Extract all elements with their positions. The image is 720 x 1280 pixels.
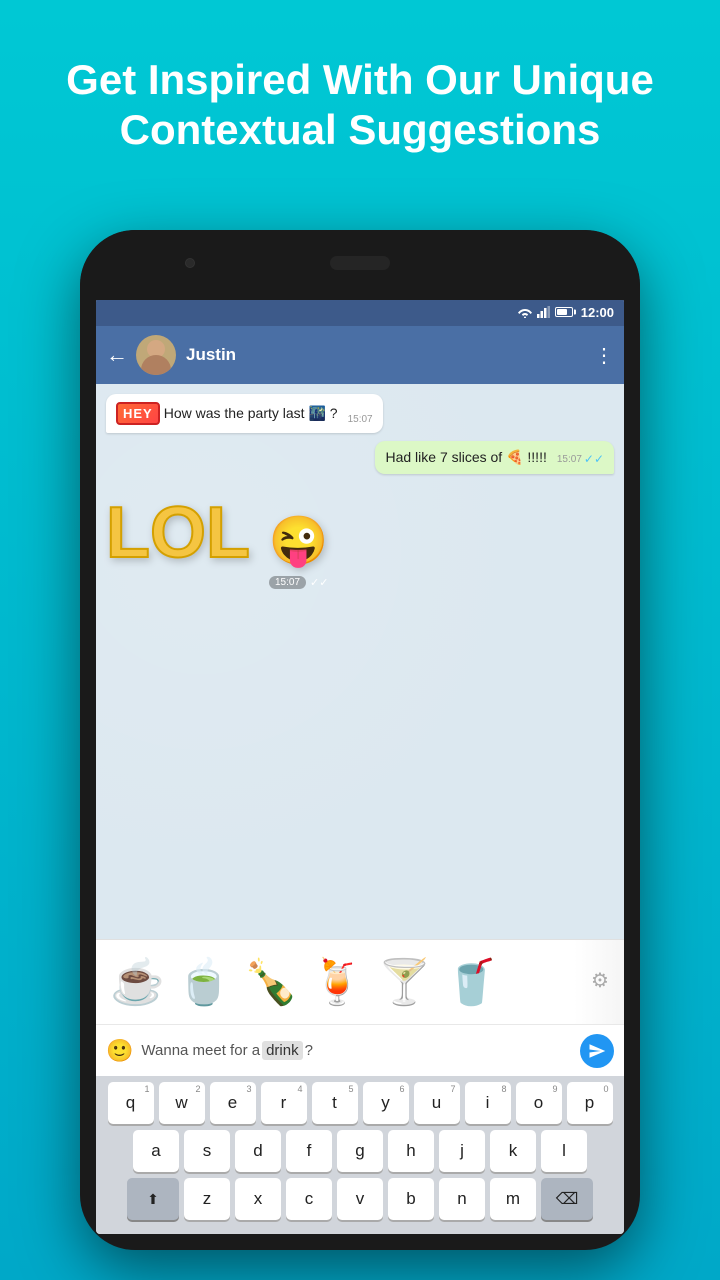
input-highlighted-word: drink <box>262 1041 303 1060</box>
avatar <box>136 335 176 375</box>
message-sent-1: Had like 7 slices of 🍕 !!!!! 15:07 ✓✓ <box>106 441 614 474</box>
signal-icon <box>537 306 551 318</box>
key-k[interactable]: k <box>490 1130 536 1172</box>
key-z[interactable]: z <box>184 1178 230 1220</box>
key-l[interactable]: l <box>541 1130 587 1172</box>
battery-icon <box>555 307 573 317</box>
key-c[interactable]: c <box>286 1178 332 1220</box>
key-backspace[interactable]: ⌫ <box>541 1178 593 1220</box>
status-bar: 12:00 <box>96 298 624 326</box>
suggestion-emoji-5[interactable]: 🍸 <box>377 956 432 1008</box>
key-y[interactable]: 6y <box>363 1082 409 1124</box>
chat-area: HEY How was the party last 🌃 ? 15:07 Had… <box>96 384 624 939</box>
check-marks: ✓✓ <box>584 452 604 466</box>
key-u[interactable]: 7u <box>414 1082 460 1124</box>
wifi-icon <box>517 306 533 318</box>
phone-screen: 12:00 ← Justin ⋮ HEY How was the party l… <box>96 298 624 1234</box>
key-i[interactable]: 8i <box>465 1082 511 1124</box>
key-o[interactable]: 9o <box>516 1082 562 1124</box>
keyboard-row-1: 1q 2w 3e 4r 5t 6y 7u 8i 9o 0p <box>100 1082 620 1124</box>
phone-camera <box>185 258 195 268</box>
msg-time-1: 15:07 <box>348 414 373 425</box>
msg-text-sent-1: Had like 7 slices of 🍕 !!!!! <box>385 449 546 466</box>
key-e[interactable]: 3e <box>210 1082 256 1124</box>
suggestion-emoji-3[interactable]: 🍾 <box>244 956 299 1008</box>
input-text-after: ? <box>305 1042 313 1059</box>
key-f[interactable]: f <box>286 1130 332 1172</box>
phone-speaker <box>330 256 390 270</box>
msg-time-sent-1: 15:07 ✓✓ <box>557 452 604 466</box>
contact-name: Justin <box>186 345 594 365</box>
back-button[interactable]: ← <box>106 342 128 368</box>
keyboard-row-3: ⬆ z x c v b n m ⌫ <box>100 1178 620 1220</box>
suggestion-emoji-1[interactable]: ☕ <box>110 956 165 1008</box>
key-g[interactable]: g <box>337 1130 383 1172</box>
lol-time-row: 15:07 ✓✓ <box>106 576 328 589</box>
msg-text-1: How was the party last 🌃 ? <box>164 405 338 422</box>
key-d[interactable]: d <box>235 1130 281 1172</box>
input-bar: 🙂 Wanna meet for a drink ? <box>96 1024 624 1076</box>
suggestions-bar: ☕ 🍵 🍾 🍹 🍸 🥤 ⚙ <box>96 939 624 1024</box>
bubble-received-1: HEY How was the party last 🌃 ? 15:07 <box>106 394 383 433</box>
key-b[interactable]: b <box>388 1178 434 1220</box>
key-t[interactable]: 5t <box>312 1082 358 1124</box>
phone-device: 12:00 ← Justin ⋮ HEY How was the party l… <box>80 230 640 1250</box>
lol-checks: ✓✓ <box>310 576 328 589</box>
more-options-button[interactable]: ⋮ <box>594 343 614 368</box>
phone-top-bar <box>80 230 640 300</box>
key-j[interactable]: j <box>439 1130 485 1172</box>
key-shift[interactable]: ⬆ <box>127 1178 179 1220</box>
lol-sticker-wrapper: LOL 😜 15:07 ✓✓ <box>106 482 328 589</box>
header-text: Get Inspired With Our Unique Contextual … <box>0 0 720 186</box>
key-a[interactable]: a <box>133 1130 179 1172</box>
suggestion-emoji-6[interactable]: 🥤 <box>444 956 499 1008</box>
key-x[interactable]: x <box>235 1178 281 1220</box>
suggestion-emoji-4[interactable]: 🍹 <box>310 956 365 1008</box>
input-field[interactable]: Wanna meet for a drink ? <box>141 1041 572 1060</box>
gear-icon[interactable]: ⚙ <box>591 968 619 996</box>
hey-sticker: HEY <box>116 402 160 425</box>
keyboard-row-2: a s d f g h j k l <box>100 1130 620 1172</box>
key-s[interactable]: s <box>184 1130 230 1172</box>
key-q[interactable]: 1q <box>108 1082 154 1124</box>
suggestion-emoji-2[interactable]: 🍵 <box>177 956 232 1008</box>
key-m[interactable]: m <box>490 1178 536 1220</box>
keyboard: 1q 2w 3e 4r 5t 6y 7u 8i 9o 0p a s d f g … <box>96 1076 624 1234</box>
key-w[interactable]: 2w <box>159 1082 205 1124</box>
input-text-before: Wanna meet for a <box>141 1042 260 1059</box>
bubble-sent-1: Had like 7 slices of 🍕 !!!!! 15:07 ✓✓ <box>375 441 614 474</box>
lol-sticker: LOL 😜 <box>106 482 328 572</box>
key-n[interactable]: n <box>439 1178 485 1220</box>
send-icon <box>588 1042 606 1060</box>
key-p[interactable]: 0p <box>567 1082 613 1124</box>
key-v[interactable]: v <box>337 1178 383 1220</box>
status-icons: 12:00 <box>517 305 614 320</box>
chat-header: ← Justin ⋮ <box>96 326 624 384</box>
send-button[interactable] <box>580 1034 614 1068</box>
lol-time: 15:07 <box>269 576 306 589</box>
message-received-lol: LOL 😜 15:07 ✓✓ <box>106 482 614 589</box>
status-time: 12:00 <box>581 305 614 320</box>
message-received-1: HEY How was the party last 🌃 ? 15:07 <box>106 394 614 433</box>
key-h[interactable]: h <box>388 1130 434 1172</box>
emoji-button[interactable]: 🙂 <box>106 1038 133 1064</box>
key-r[interactable]: 4r <box>261 1082 307 1124</box>
scroll-indicator: ⚙ <box>574 940 624 1024</box>
